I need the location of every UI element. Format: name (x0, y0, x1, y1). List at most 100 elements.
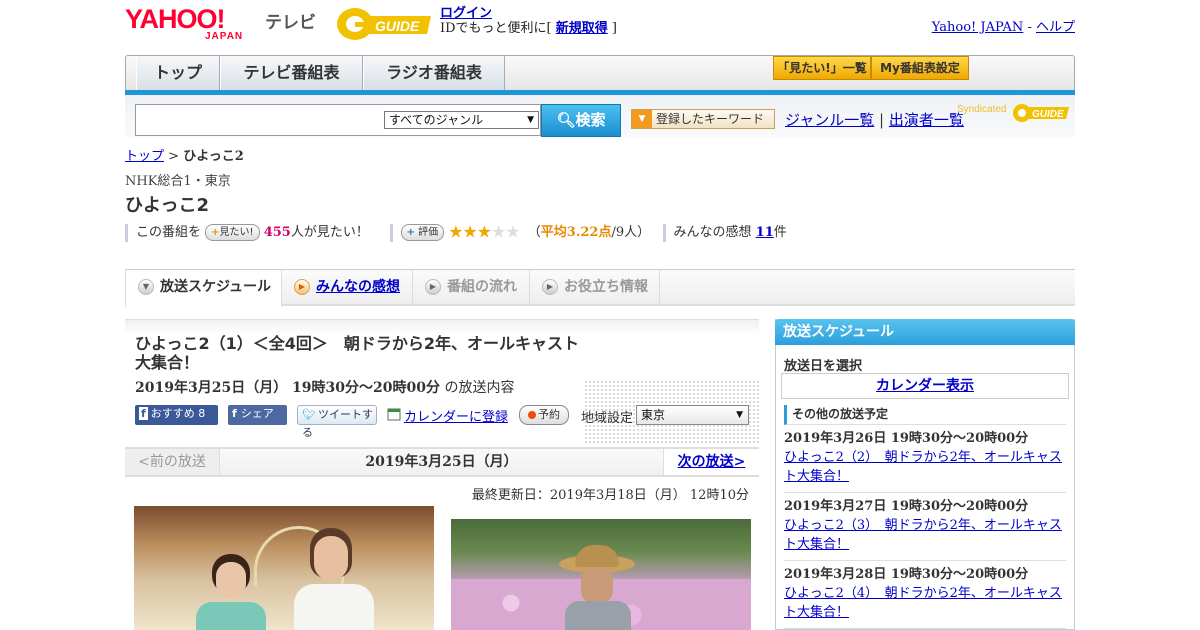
header-link-separator: - (1023, 20, 1036, 35)
right-arrow-icon: ▶ (542, 279, 558, 295)
genre-list-link[interactable]: ジャンル一覧 (785, 111, 874, 129)
syndicated-gguide-logo: GUIDE (1012, 102, 1070, 124)
calendar-register-link[interactable]: カレンダーに登録 (404, 406, 508, 425)
episode-title: ひよっこ2（1）＜全4回＞ 朝ドラから2年、オールキャスト大集合！ (135, 334, 580, 372)
episode-airtime-suffix: の放送内容 (440, 380, 515, 396)
schedule-date: 2019年3月27日 19時30分～20時00分 (784, 499, 1029, 514)
search-button[interactable]: 🔍︎検索 (541, 104, 621, 137)
yahoo-japan-link[interactable]: Yahoo! JAPAN (932, 20, 1024, 35)
divider-bar (389, 223, 393, 242)
region-label: 地域設定 (581, 411, 634, 426)
facebook-share-button[interactable]: f シェア (228, 405, 287, 425)
mitai-list-button[interactable]: 「見たい!」一覧 (773, 56, 871, 80)
facebook-recommend-button[interactable]: f おすすめ 8 (135, 405, 218, 425)
pager-date: 2019年3月25日（月） (365, 454, 518, 470)
reviews-count-link[interactable]: 11 (756, 225, 774, 240)
sidebar-title: 放送スケジュール (775, 319, 1075, 345)
next-broadcast-link[interactable]: 次の放送> (663, 449, 759, 475)
average-people: /9人） (611, 225, 651, 240)
login-box: ログイン IDでもっと便利に[ 新規取得 ] (440, 6, 617, 36)
tab-useful-info: ▶ お役立ち情報 (530, 270, 660, 305)
right-arrow-icon: ▶ (425, 279, 441, 295)
plus-icon: + (406, 227, 415, 238)
tab-program-flow: ▶ 番組の流れ (413, 270, 530, 305)
other-broadcasts-heading: その他の放送予定 (784, 405, 1066, 425)
facebook-icon: f (139, 407, 148, 420)
down-arrow-icon: ▼ (138, 279, 154, 295)
yahoo-logo-sub: JAPAN (205, 31, 244, 42)
facebook-icon: f (232, 407, 237, 420)
genre-select-value: すべてのジャンル (389, 113, 484, 127)
last-updated: 最終更新日：2019年3月18日（月） 12時10分 (471, 488, 749, 503)
reviews-label: みんなの感想 (673, 225, 752, 240)
signup-link[interactable]: 新規取得 (556, 21, 608, 36)
schedule-item: 2019年3月27日 19時30分～20時00分 ひよっこ2（3） 朝ドラから2… (784, 497, 1066, 561)
tv-label[interactable]: テレビ (265, 8, 316, 33)
program-stats: この番組を +見たい! 455人が見たい！ + 評価 ★★★★★ （平均3.22… (125, 221, 787, 243)
tab-label: 放送スケジュール (160, 279, 272, 295)
schedule-item: 2019年3月28日 19時30分～20時00分 ひよっこ2（4） 朝ドラから2… (784, 565, 1066, 629)
region-select[interactable]: 東京 ▼ (636, 405, 749, 425)
star-empty-icon: ★ (505, 222, 520, 243)
login-link[interactable]: ログイン (440, 6, 492, 21)
search-button-label: 検索 (575, 111, 606, 129)
login-note-prefix: IDでもっと便利に[ (440, 21, 556, 36)
reviews-suffix: 件 (773, 225, 787, 240)
facebook-share-label: シェア (240, 407, 274, 420)
schedule-title-link[interactable]: ひよっこ2（3） 朝ドラから2年、オールキャスト大集合！ (784, 518, 1062, 552)
rate-button[interactable]: + 評価 (400, 224, 445, 241)
breadcrumb-current: ひよっこ2 (183, 149, 244, 164)
divider-bar (125, 223, 128, 242)
help-link[interactable]: ヘルプ (1036, 20, 1075, 35)
record-dot-icon (528, 411, 536, 419)
tab-reviews[interactable]: ▶ みんなの感想 (282, 270, 413, 305)
average-rating: 平均3.22点 (540, 225, 612, 240)
mitai-button[interactable]: +見たい! (205, 224, 260, 241)
syndicated-gguide-text: GUIDE (1032, 109, 1064, 120)
reserve-button[interactable]: 予約 (519, 405, 569, 425)
episode-photo-2 (451, 519, 751, 630)
main-nav: トップ テレビ番組表 ラジオ番組表 「見たい!」一覧 My番組表設定 (125, 55, 1075, 93)
nav-tab-tv-guide[interactable]: テレビ番組表 (220, 56, 363, 90)
mitai-button-label: 見たい! (219, 227, 254, 238)
previous-broadcast-button: <前の放送 (125, 449, 220, 475)
syndicated-label: Syndicated (957, 104, 1007, 115)
mitai-count-suffix: 人が見たい！ (290, 225, 369, 240)
chevron-down-icon: ▼ (736, 410, 743, 420)
star-empty-icon: ★ (491, 222, 506, 243)
schedule-title-link[interactable]: ひよっこ2（4） 朝ドラから2年、オールキャスト大集合！ (784, 586, 1062, 620)
search-icon: 🔍︎ (556, 111, 576, 129)
genre-select[interactable]: すべてのジャンル ▼ (384, 111, 539, 129)
select-date-label: 放送日を選択 (784, 359, 863, 374)
tab-label: お役立ち情報 (564, 279, 648, 295)
nav-tab-radio-guide[interactable]: ラジオ番組表 (363, 56, 505, 90)
yahoo-japan-logo[interactable]: YAHOO! JAPAN (125, 4, 261, 43)
episode-airtime-value: 2019年3月25日（月） 19時30分～20時00分 (135, 380, 440, 396)
stats-prefix: この番組を (136, 225, 202, 240)
registered-keyword-button[interactable]: ▼ 登録したキーワード (631, 109, 775, 129)
tab-broadcast-schedule[interactable]: ▼ 放送スケジュール (125, 270, 282, 307)
nav-tab-top[interactable]: トップ (136, 56, 220, 90)
breadcrumb: トップ > ひよっこ2 (125, 145, 244, 164)
rate-button-label: 評価 (418, 227, 439, 238)
tab-label: みんなの感想 (316, 279, 400, 295)
tweet-button[interactable]: 🐦︎ ツイートする (297, 405, 377, 439)
header-links: Yahoo! JAPAN - ヘルプ (932, 16, 1075, 35)
breadcrumb-top-link[interactable]: トップ (125, 149, 164, 164)
schedule-date: 2019年3月26日 19時30分～20時00分 (784, 431, 1029, 446)
yahoo-logo-text: YAHOO! (125, 4, 226, 34)
chevron-down-icon: ▼ (527, 115, 534, 125)
episode-airtime: 2019年3月25日（月） 19時30分～20時00分 の放送内容 (135, 377, 514, 397)
login-note-suffix: ] (607, 21, 617, 36)
schedule-title-link[interactable]: ひよっこ2（2） 朝ドラから2年、オールキャスト大集合！ (784, 450, 1062, 484)
page-title: ひよっこ2 (125, 195, 209, 216)
dropdown-triangle-icon: ▼ (632, 110, 652, 128)
divider-bar (662, 223, 666, 242)
reserve-button-label: 予約 (538, 408, 560, 421)
performer-list-link[interactable]: 出演者一覧 (889, 111, 964, 129)
calendar-display-button[interactable]: カレンダー表示 (781, 373, 1069, 399)
breadcrumb-separator: > (164, 149, 184, 164)
search-links: ジャンル一覧 | 出演者一覧 (785, 109, 964, 130)
calendar-icon (387, 407, 401, 425)
my-guide-settings-button[interactable]: My番組表設定 (871, 56, 969, 80)
